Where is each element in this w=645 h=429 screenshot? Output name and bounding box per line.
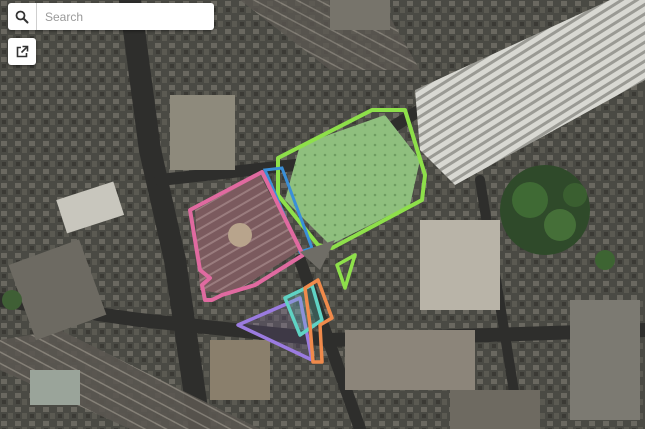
satellite-map[interactable] bbox=[0, 0, 645, 429]
search-input[interactable] bbox=[37, 3, 214, 30]
search-icon bbox=[15, 10, 29, 23]
open-external-icon bbox=[16, 45, 29, 57]
search-box bbox=[8, 3, 214, 30]
search-button[interactable] bbox=[8, 3, 37, 30]
dome bbox=[228, 223, 252, 247]
open-external-button[interactable] bbox=[8, 38, 36, 65]
